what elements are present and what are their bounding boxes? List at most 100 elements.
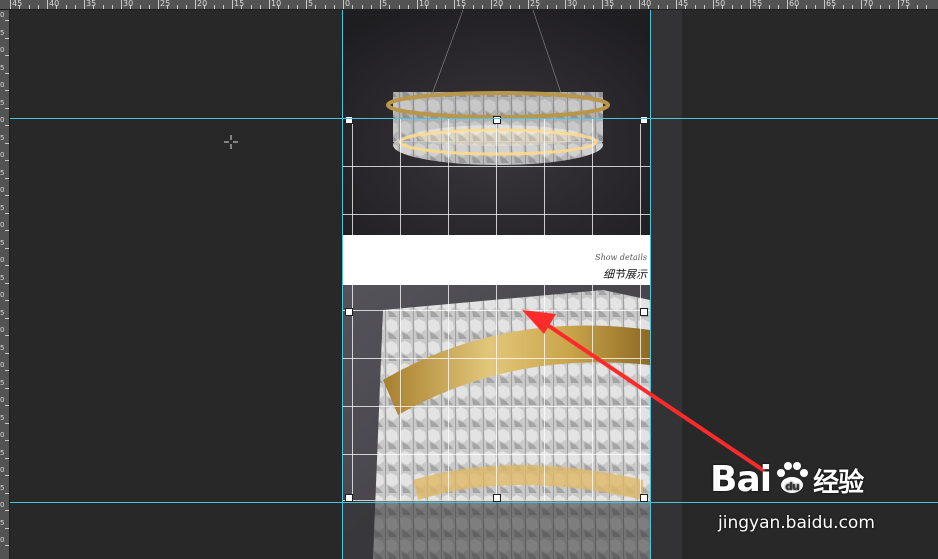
ruler-tick <box>315 5 317 9</box>
ruler-tick <box>102 5 104 9</box>
grid-line <box>496 118 497 501</box>
ruler-label: 5 <box>0 378 5 387</box>
ruler-label: 0 <box>0 536 5 544</box>
ruler-tick <box>5 457 9 459</box>
ruler-label: 35 <box>86 0 97 8</box>
ruler-tick <box>5 90 9 91</box>
ruler-tick <box>5 212 9 214</box>
grid-line <box>544 118 545 501</box>
ruler-tick <box>620 5 622 9</box>
ruler-label: 5 <box>0 98 5 107</box>
ruler-tick <box>389 5 391 9</box>
ruler-label: 30 <box>123 0 134 8</box>
ruler-tick <box>713 0 714 9</box>
ruler-tick <box>5 422 9 424</box>
transform-handle-bottom-right[interactable] <box>640 494 648 502</box>
ruler-tick <box>250 5 252 9</box>
ruler-tick <box>28 5 30 9</box>
ruler-tick <box>5 300 9 301</box>
ruler-tick <box>74 5 76 9</box>
ruler-tick <box>148 5 150 9</box>
ruler-tick <box>768 5 770 9</box>
ruler-label: 0 <box>0 81 5 89</box>
ruler-tick <box>888 5 890 9</box>
baidu-logo: Bai du 经验 <box>710 459 864 500</box>
ruler-tick <box>269 0 270 9</box>
ruler-label: 65 <box>826 0 837 8</box>
ruler-label: 0 <box>0 151 5 159</box>
ruler-label: 0 <box>0 431 5 439</box>
ruler-label: 45 <box>678 0 689 8</box>
ruler-tick <box>676 0 677 9</box>
ruler-tick <box>592 5 594 9</box>
ruler-tick <box>5 125 9 126</box>
ruler-tick <box>602 0 603 9</box>
ruler-tick <box>343 0 344 9</box>
transform-handle-middle-right[interactable] <box>640 308 648 316</box>
ruler-label: 25 <box>530 0 541 8</box>
ruler-tick <box>879 5 881 9</box>
ruler-tick <box>10 0 11 9</box>
transform-handle-middle-left[interactable] <box>345 308 353 316</box>
horizontal-guide[interactable] <box>10 118 938 119</box>
ruler-tick <box>5 440 9 441</box>
ruler-tick <box>296 5 298 9</box>
ruler-tick <box>5 20 9 21</box>
ruler-label: 5 <box>0 133 5 142</box>
ruler-tick <box>5 405 9 406</box>
ruler-label: 60 <box>789 0 800 8</box>
ruler-label: 0 <box>0 326 5 334</box>
ruler-label: 25 <box>160 0 171 8</box>
vertical-guide[interactable] <box>650 10 651 559</box>
ruler-tick <box>814 5 816 9</box>
ruler-label: 5 <box>0 308 5 317</box>
ruler-tick <box>5 230 9 231</box>
ruler-tick <box>5 545 9 546</box>
ruler-label: 0 <box>345 0 351 8</box>
ruler-label: 50 <box>715 0 726 8</box>
ruler-tick <box>481 5 483 9</box>
ruler-tick <box>5 160 9 161</box>
ruler-tick <box>777 5 779 9</box>
vertical-guide[interactable] <box>342 10 343 559</box>
vertical-ruler[interactable]: 0 5 0 5 0 5 0 5 0 5 0 5 0 5 0 5 0 5 0 5 0 5 0 5 0 5 0 5 0 5 0 <box>0 10 10 559</box>
ruler-tick <box>139 5 141 9</box>
ruler-tick <box>740 5 742 9</box>
ruler-label: 0 <box>0 396 5 404</box>
document-canvas[interactable]: Show details 细节展示 <box>343 10 650 559</box>
ruler-label: 0 <box>0 11 5 19</box>
ruler-tick <box>518 5 520 9</box>
ruler-tick <box>583 5 585 9</box>
horizontal-ruler[interactable]: 45 40 35 30 25 20 15 10 5 0 5 10 15 20 25 30 35 40 45 50 55 6… <box>0 0 938 10</box>
transform-handle-bottom-left[interactable] <box>345 494 353 502</box>
ruler-tick <box>916 5 918 9</box>
ruler-tick <box>5 72 9 74</box>
ruler-label: 0 <box>0 116 5 124</box>
ruler-tick <box>176 5 178 9</box>
ruler-tick <box>5 107 9 109</box>
ruler-tick <box>5 317 9 319</box>
ruler-tick <box>925 5 927 9</box>
transform-handle-bottom-center[interactable] <box>493 494 501 502</box>
ruler-label: 5 <box>0 413 5 422</box>
ruler-tick <box>805 5 807 9</box>
ruler-tick <box>444 5 446 9</box>
ruler-label: 5 <box>0 483 5 492</box>
ruler-tick <box>5 492 9 494</box>
ruler-tick <box>861 0 862 9</box>
grid-line <box>592 118 593 501</box>
ruler-tick <box>5 352 9 354</box>
ruler-label: 0 <box>0 361 5 369</box>
ruler-tick <box>5 475 9 476</box>
ruler-tick <box>629 5 631 9</box>
ruler-label: 5 <box>0 28 5 37</box>
ruler-label: 5 <box>0 273 5 282</box>
ruler-tick <box>824 0 825 9</box>
ruler-tick <box>454 0 455 9</box>
ruler-tick <box>352 5 354 9</box>
ruler-tick <box>5 177 9 179</box>
ruler-tick <box>361 5 363 9</box>
ruler-tick <box>703 5 705 9</box>
ruler-label: 45 <box>12 0 23 8</box>
ruler-tick <box>5 387 9 389</box>
